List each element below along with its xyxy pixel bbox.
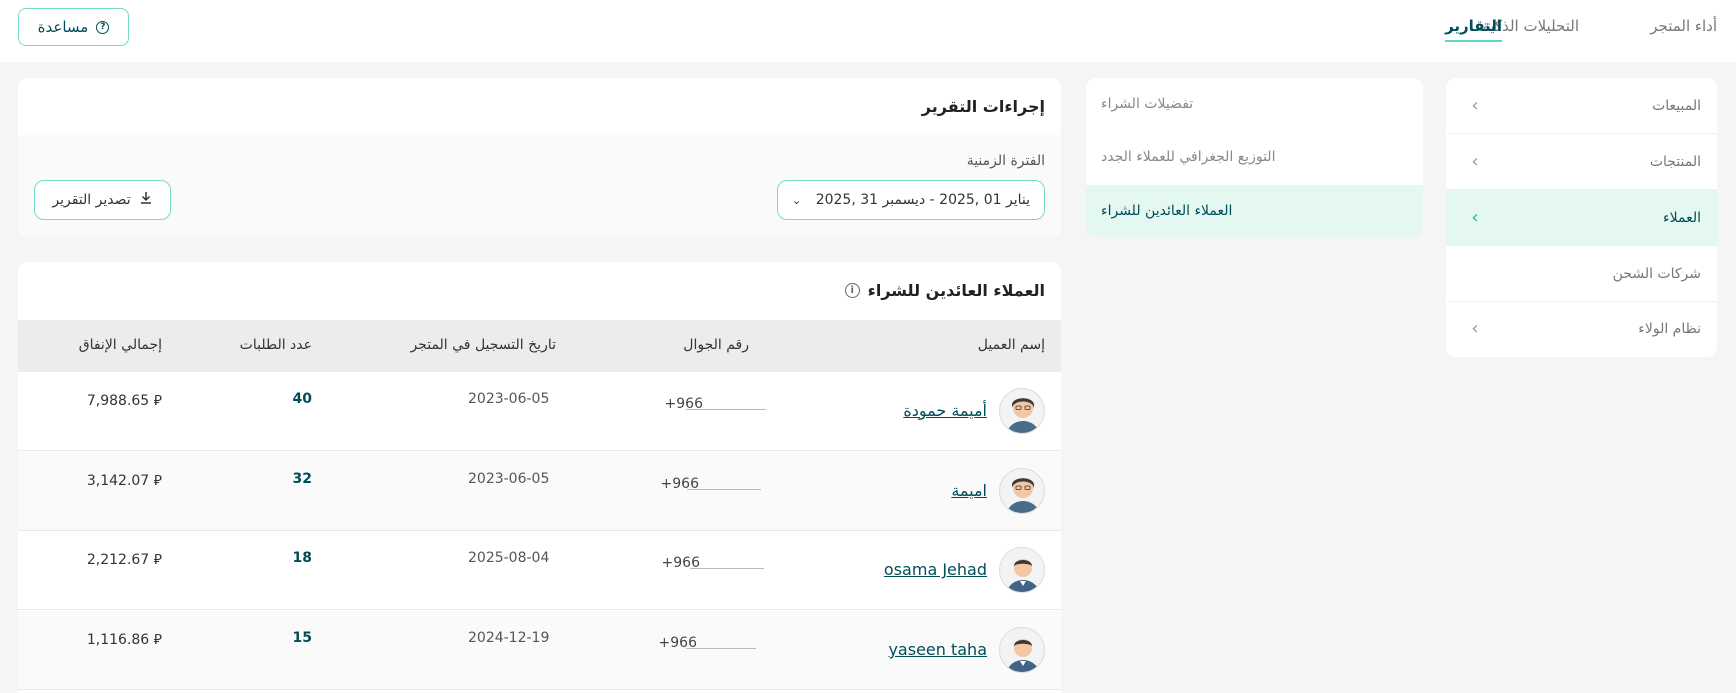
menu-item-label: شركات الشحن (1612, 265, 1701, 282)
period-label: الفترة الزمنية (966, 153, 1045, 169)
column-header-orders: عدد الطلبات (239, 337, 312, 353)
table-row: أميمة حمودة +966 2023-06-05 40 7,988.65 … (18, 372, 1061, 451)
menu-item-label: العملاء (1663, 209, 1701, 226)
table-header: إسم العميل رقم الجوال تاريخ التسجيل في ا… (18, 320, 1061, 372)
top-navigation-bar: أداء المتجر التحليلات الذكية التقارير ? … (0, 0, 1736, 62)
total-spend: 7,988.65 ⃁ (86, 393, 162, 409)
date-range-picker[interactable]: ⌄ يناير 01 ,2025 - ديسمبر 31 ,2025 (777, 180, 1045, 220)
customer-name-link[interactable]: yaseen taha (888, 640, 987, 659)
date-range-value: يناير 01 ,2025 - ديسمبر 31 ,2025 (815, 192, 1030, 208)
menu-item-label: المنتجات (1649, 153, 1701, 170)
phone-redacted-line (690, 568, 764, 569)
avatar (999, 388, 1045, 434)
export-report-button[interactable]: تصدير التقرير (34, 180, 171, 220)
registration-date: 2024-12-19 (468, 630, 550, 646)
column-header-registered: تاريخ التسجيل في المتجر (410, 337, 556, 353)
export-report-label: تصدير التقرير (52, 192, 131, 208)
registration-date: 2023-06-05 (468, 471, 550, 487)
question-circle-icon: ? (96, 20, 110, 34)
help-button-label: مساعدة (37, 18, 89, 36)
help-button[interactable]: ? مساعدة (18, 8, 129, 46)
returning-customers-table-card: العملاء العائدين للشراء i إسم العميل رقم… (18, 262, 1061, 693)
info-icon[interactable]: i (844, 283, 860, 298)
avatar (999, 468, 1045, 514)
customer-reports-submenu: تفضيلات الشراء التوزيع الجغرافي للعملاء … (1086, 78, 1423, 237)
customer-name-link[interactable]: أميمة حمودة (903, 401, 987, 420)
chevron-left-icon: ‹ (1471, 206, 1479, 228)
chevron-left-icon: ‹ (1471, 150, 1479, 172)
report-actions-title: إجراءات التقرير (921, 97, 1045, 116)
order-count: 32 (292, 471, 312, 487)
registration-date: 2025-08-04 (468, 550, 550, 566)
phone-redacted-line (686, 648, 756, 649)
chevron-down-icon: ⌄ (792, 193, 802, 207)
table-row: اميمة +966 2023-06-05 32 3,142.07 ⃁ (18, 452, 1061, 531)
table-row: osama Jehad +966 2025-08-04 18 2,212.67 … (18, 531, 1061, 610)
order-count: 18 (292, 550, 312, 566)
order-count: 15 (292, 630, 312, 646)
table-title: العملاء العائدين للشراء i (844, 281, 1045, 300)
report-category-menu: ‹ المبيعات ‹ المنتجات ‹ العملاء شركات ال… (1446, 78, 1717, 357)
column-header-phone: رقم الجوال (683, 337, 749, 353)
menu-item-label: نظام الولاء (1638, 321, 1701, 337)
column-header-name: إسم العميل (977, 337, 1045, 353)
report-actions-body: الفترة الزمنية ⌄ يناير 01 ,2025 - ديسمبر… (18, 135, 1061, 237)
menu-item-loyalty-program[interactable]: ‹ نظام الولاء (1446, 301, 1717, 357)
registration-date: 2023-06-05 (468, 391, 550, 407)
column-header-spend: إجمالي الإنفاق (78, 337, 162, 353)
chevron-left-icon: ‹ (1471, 94, 1479, 116)
tab-reports[interactable]: التقارير (1445, 17, 1502, 42)
menu-item-shipping-companies[interactable]: شركات الشحن (1446, 246, 1717, 302)
menu-item-customers[interactable]: ‹ العملاء (1446, 190, 1717, 246)
avatar (999, 547, 1045, 593)
total-spend: 2,212.67 ⃁ (86, 552, 162, 568)
report-actions-card: إجراءات التقرير الفترة الزمنية ⌄ يناير 0… (18, 78, 1061, 237)
total-spend: 3,142.07 ⃁ (86, 473, 162, 489)
phone-redacted-line (686, 409, 766, 410)
submenu-item-purchase-preferences[interactable]: تفضيلات الشراء (1086, 78, 1423, 130)
menu-item-sales[interactable]: ‹ المبيعات (1446, 78, 1717, 134)
total-spend: 1,116.86 ⃁ (86, 632, 162, 648)
chevron-left-icon: ‹ (1471, 318, 1479, 339)
tab-store-performance[interactable]: أداء المتجر (1650, 17, 1717, 35)
customer-name-link[interactable]: osama Jehad (884, 560, 987, 579)
avatar (999, 627, 1045, 673)
phone-redacted-line (687, 489, 761, 490)
submenu-item-geographic-distribution[interactable]: التوزيع الجغرافي للعملاء الجدد (1086, 131, 1423, 183)
order-count: 40 (292, 391, 312, 407)
menu-item-label: المبيعات (1652, 97, 1701, 114)
table-row: yaseen taha +966 2024-12-19 15 1,116.86 … (18, 611, 1061, 690)
customer-name-link[interactable]: اميمة (951, 481, 987, 500)
menu-item-products[interactable]: ‹ المنتجات (1446, 134, 1717, 190)
submenu-item-returning-customers[interactable]: العملاء العائدين للشراء (1086, 185, 1423, 237)
download-icon (139, 191, 153, 209)
table-title-text: العملاء العائدين للشراء (867, 281, 1045, 300)
